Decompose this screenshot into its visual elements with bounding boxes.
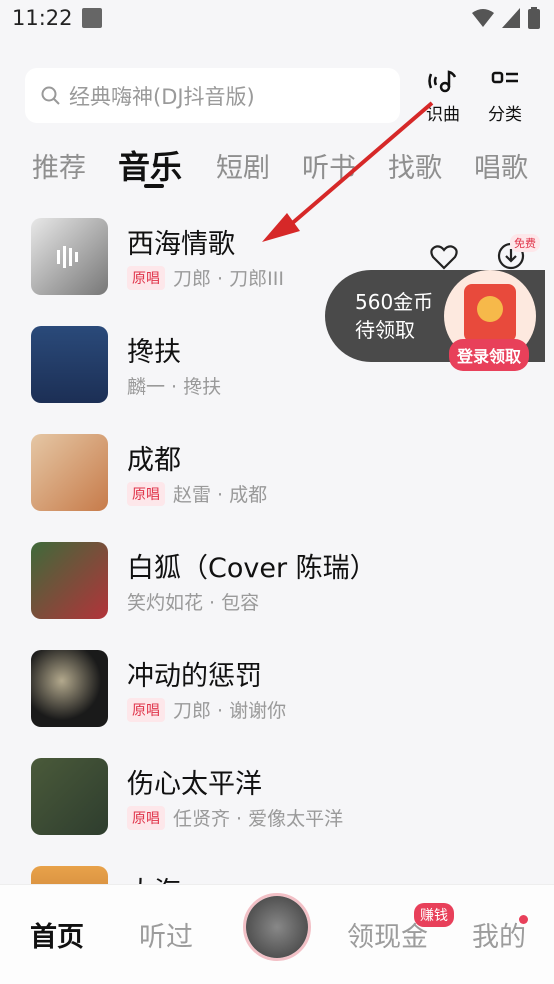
song-title: 西海情歌 [127, 229, 235, 260]
status-time: 11:22 [12, 6, 73, 30]
playing-icon [57, 246, 78, 268]
wifi-icon [472, 9, 494, 27]
original-badge: 原唱 [127, 805, 165, 830]
song-artist-album: 麟一 · 搀扶 [127, 376, 222, 398]
tab-bar: 推荐 音乐 短剧 听书 找歌 唱歌 [0, 140, 554, 196]
nav-listened[interactable]: 听过 [139, 915, 193, 954]
music-note-icon [428, 70, 457, 93]
song-cover [31, 434, 108, 511]
tab-short-drama[interactable]: 短剧 [216, 146, 270, 185]
coin-reward-text: 560金币 待领取 [355, 288, 433, 344]
category-label: 分类 [488, 105, 522, 125]
free-badge: 免费 [510, 234, 540, 252]
category-button[interactable]: 分类 [480, 68, 530, 125]
search-placeholder: 经典嗨神(DJ抖音版) [69, 84, 255, 109]
tab-music[interactable]: 音乐 [118, 142, 182, 188]
song-artist-album: 笑灼如花 · 包容 [127, 592, 260, 614]
envelope-coin [477, 296, 503, 322]
song-row[interactable]: 成都 原唱 赵雷 · 成都 [0, 434, 554, 534]
coin-amount: 560金币 [355, 290, 434, 314]
song-artist-album: 刀郎 · 刀郎III [173, 268, 284, 290]
bottom-nav: 首页 听过 领现金 赚钱 我的 [0, 884, 554, 984]
now-playing-disc[interactable] [243, 893, 311, 961]
search-icon [41, 86, 60, 105]
identify-song-button[interactable]: 识曲 [418, 68, 468, 125]
song-artist-album: 刀郎 · 谢谢你 [173, 700, 287, 722]
earn-badge: 赚钱 [414, 903, 454, 927]
notification-icon [82, 8, 102, 28]
song-cover [31, 542, 108, 619]
login-claim-button[interactable]: 登录领取 [449, 339, 530, 371]
tab-recommend[interactable]: 推荐 [32, 146, 86, 185]
status-icons [472, 7, 540, 29]
song-meta: 原唱 刀郎 · 谢谢你 [127, 696, 286, 723]
song-cover [31, 218, 108, 295]
tab-underline [144, 184, 164, 188]
disc-art [246, 896, 308, 958]
notification-dot [519, 915, 528, 924]
category-icon [491, 71, 518, 84]
song-meta: 麟一 · 搀扶 [127, 372, 221, 399]
song-cover [31, 326, 108, 403]
song-artist-album: 任贤齐 · 爱像太平洋 [173, 808, 344, 830]
battery-icon [528, 7, 540, 29]
tab-audiobook[interactable]: 听书 [302, 146, 356, 185]
song-title: 成都 [127, 445, 181, 476]
original-badge: 原唱 [127, 481, 165, 506]
nav-home[interactable]: 首页 [30, 915, 84, 954]
song-title: 搀扶 [127, 337, 181, 368]
identify-label: 识曲 [426, 105, 460, 125]
original-badge: 原唱 [127, 265, 165, 290]
tab-find-song[interactable]: 找歌 [388, 146, 442, 185]
coin-status: 待领取 [355, 318, 415, 342]
song-artist-album: 赵雷 · 成都 [173, 484, 268, 506]
original-badge: 原唱 [127, 697, 165, 722]
nav-me[interactable]: 我的 [472, 915, 526, 954]
heart-icon[interactable] [430, 244, 458, 270]
song-title: 伤心太平洋 [127, 769, 262, 800]
search-input[interactable]: 经典嗨神(DJ抖音版) [25, 68, 400, 123]
song-title: 白狐（Cover 陈瑞） [127, 553, 377, 584]
song-row[interactable]: 白狐（Cover 陈瑞） 笑灼如花 · 包容 [0, 542, 554, 642]
status-bar: 11:22 [0, 0, 554, 40]
signal-icon [502, 8, 520, 28]
song-title: 冲动的惩罚 [127, 661, 262, 692]
song-cover [31, 650, 108, 727]
envelope-body [464, 284, 516, 342]
song-meta: 笑灼如花 · 包容 [127, 588, 259, 615]
tab-sing[interactable]: 唱歌 [474, 146, 528, 185]
song-meta: 原唱 赵雷 · 成都 [127, 480, 267, 507]
song-meta: 原唱 任贤齐 · 爱像太平洋 [127, 804, 343, 831]
song-row[interactable]: 冲动的惩罚 原唱 刀郎 · 谢谢你 [0, 650, 554, 750]
song-row[interactable]: 伤心太平洋 原唱 任贤齐 · 爱像太平洋 [0, 758, 554, 858]
song-cover [31, 758, 108, 835]
song-meta: 原唱 刀郎 · 刀郎III [127, 264, 284, 291]
